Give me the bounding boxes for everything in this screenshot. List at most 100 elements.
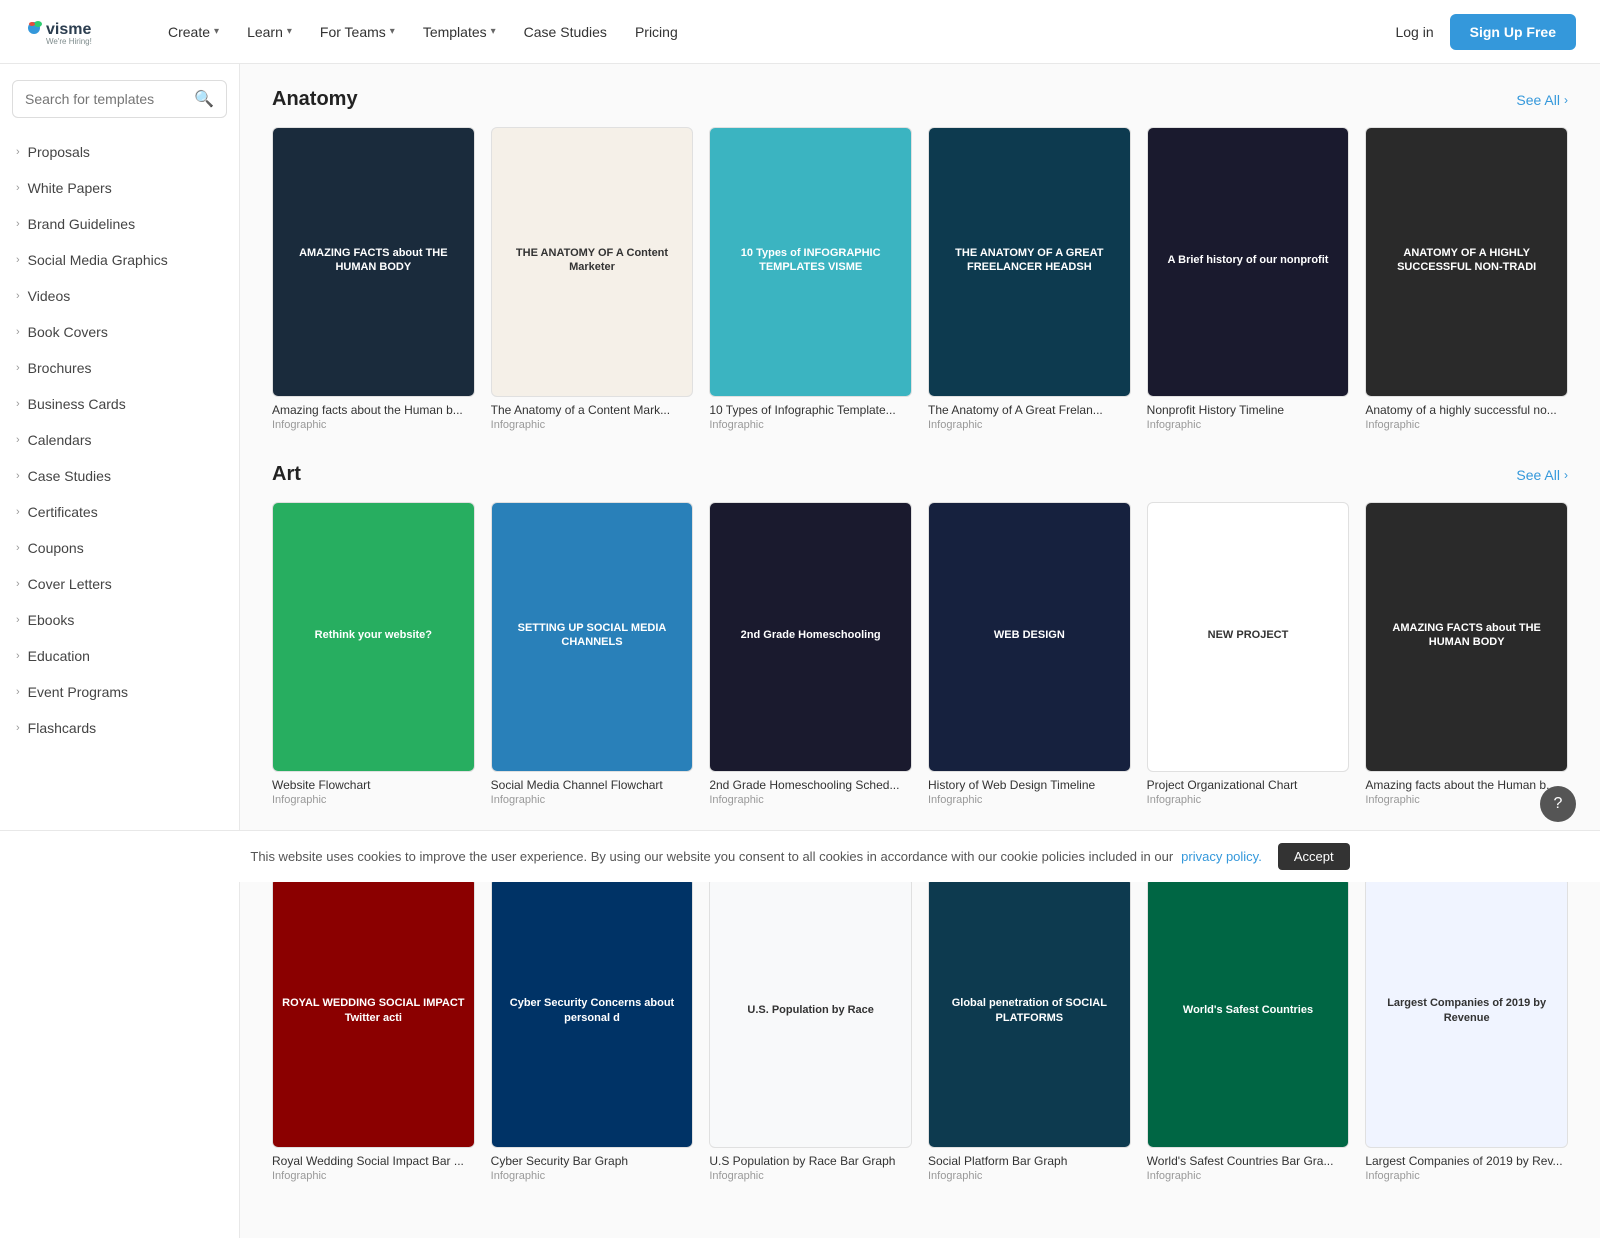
template-card[interactable]: AMAZING FACTS about THE HUMAN BODY Amazi…	[1365, 502, 1568, 806]
sidebar-item-event-programs[interactable]: ›Event Programs	[0, 674, 239, 710]
sidebar-item-book-covers[interactable]: ›Book Covers	[0, 314, 239, 350]
card-image-wrap: NEW PROJECT	[1147, 502, 1350, 772]
template-card[interactable]: 2nd Grade Homeschooling 2nd Grade Homesc…	[709, 502, 912, 806]
card-type: Infographic	[928, 419, 1131, 431]
card-image-wrap: AMAZING FACTS about THE HUMAN BODY	[272, 127, 475, 397]
template-card[interactable]: AMAZING FACTS about THE HUMAN BODY Amazi…	[272, 127, 475, 431]
search-box[interactable]: 🔍	[12, 80, 227, 118]
sidebar-item-certificates[interactable]: ›Certificates	[0, 494, 239, 530]
sidebar-item-business-cards[interactable]: ›Business Cards	[0, 386, 239, 422]
sidebar-item-brochures[interactable]: ›Brochures	[0, 350, 239, 386]
sidebar-arrow-icon: ›	[16, 578, 20, 590]
card-image-wrap: WEB DESIGN	[928, 502, 1131, 772]
section-title-anatomy: Anatomy	[272, 88, 358, 111]
template-card[interactable]: SETTING UP SOCIAL MEDIA CHANNELS Social …	[491, 502, 694, 806]
template-card[interactable]: THE ANATOMY OF A GREAT FREELANCER HEADSH…	[928, 127, 1131, 431]
sidebar-item-white-papers[interactable]: ›White Papers	[0, 170, 239, 206]
sections-container: Anatomy See All › AMAZING FACTS about TH…	[272, 88, 1568, 1182]
card-type: Infographic	[1365, 794, 1568, 806]
sidebar-item-brand-guidelines[interactable]: ›Brand Guidelines	[0, 206, 239, 242]
sidebar-item-social-media-graphics[interactable]: ›Social Media Graphics	[0, 242, 239, 278]
template-grid-bar-graphs: ROYAL WEDDING SOCIAL IMPACT Twitter acti…	[272, 877, 1568, 1181]
sidebar-item-education[interactable]: ›Education	[0, 638, 239, 674]
nav-learn[interactable]: Learn▾	[235, 16, 304, 48]
card-image-wrap: A Brief history of our nonprofit	[1147, 127, 1350, 397]
card-type: Infographic	[491, 1170, 694, 1182]
see-all-anatomy[interactable]: See All ›	[1516, 92, 1568, 108]
svg-text:visme: visme	[46, 21, 91, 38]
logo-area: visme We're Hiring!	[24, 14, 124, 50]
login-button[interactable]: Log in	[1395, 24, 1433, 40]
template-card[interactable]: A Brief history of our nonprofit Nonprof…	[1147, 127, 1350, 431]
template-card[interactable]: Rethink your website? Website Flowchart …	[272, 502, 475, 806]
card-image-wrap: Cyber Security Concerns about personal d	[491, 877, 694, 1147]
card-title: Social Platform Bar Graph	[928, 1154, 1131, 1168]
card-image-wrap: 2nd Grade Homeschooling	[709, 502, 912, 772]
section-anatomy: Anatomy See All › AMAZING FACTS about TH…	[272, 88, 1568, 431]
sidebar-item-videos[interactable]: ›Videos	[0, 278, 239, 314]
section-bar-graphs: Bar Graphs See All › ROYAL WEDDING SOCIA…	[272, 838, 1568, 1181]
card-type: Infographic	[928, 1170, 1131, 1182]
visme-logo[interactable]: visme We're Hiring!	[24, 14, 124, 50]
sidebar-item-proposals[interactable]: ›Proposals	[0, 134, 239, 170]
template-card[interactable]: ANATOMY OF A HIGHLY SUCCESSFUL NON-TRADI…	[1365, 127, 1568, 431]
nav-templates[interactable]: Templates▾	[411, 16, 508, 48]
template-card[interactable]: U.S. Population by Race U.S Population b…	[709, 877, 912, 1181]
template-card[interactable]: 10 Types of INFOGRAPHIC TEMPLATES VISME …	[709, 127, 912, 431]
card-preview: A Brief history of our nonprofit	[1148, 128, 1349, 396]
template-card[interactable]: ROYAL WEDDING SOCIAL IMPACT Twitter acti…	[272, 877, 475, 1181]
template-card[interactable]: Global penetration of SOCIAL PLATFORMS S…	[928, 877, 1131, 1181]
card-title: Website Flowchart	[272, 778, 475, 792]
sidebar-arrow-icon: ›	[16, 722, 20, 734]
sidebar-arrow-icon: ›	[16, 506, 20, 518]
nav-links: Create▾ Learn▾ For Teams▾ Templates▾ Cas…	[156, 16, 1395, 48]
template-card[interactable]: World's Safest Countries World's Safest …	[1147, 877, 1350, 1181]
nav-for-teams[interactable]: For Teams▾	[308, 16, 407, 48]
help-button[interactable]: ?	[1540, 786, 1576, 822]
card-title: World's Safest Countries Bar Gra...	[1147, 1154, 1350, 1168]
sidebar-arrow-icon: ›	[16, 470, 20, 482]
sidebar-item-flashcards[interactable]: ›Flashcards	[0, 710, 239, 746]
sidebar: 🔍 ›Proposals›White Papers›Brand Guidelin…	[0, 64, 240, 1238]
template-card[interactable]: NEW PROJECT Project Organizational Chart…	[1147, 502, 1350, 806]
nav-create[interactable]: Create▾	[156, 16, 231, 48]
card-preview: AMAZING FACTS about THE HUMAN BODY	[1366, 503, 1567, 771]
card-preview: THE ANATOMY OF A Content Marketer	[492, 128, 693, 396]
card-title: Amazing facts about the Human b...	[1365, 778, 1568, 792]
nav-case-studies[interactable]: Case Studies	[512, 16, 619, 48]
card-image-wrap: ANATOMY OF A HIGHLY SUCCESSFUL NON-TRADI	[1365, 127, 1568, 397]
section-title-art: Art	[272, 463, 301, 486]
card-image-wrap: THE ANATOMY OF A GREAT FREELANCER HEADSH	[928, 127, 1131, 397]
card-title: 10 Types of Infographic Template...	[709, 403, 912, 417]
sidebar-arrow-icon: ›	[16, 218, 20, 230]
template-grid-anatomy: AMAZING FACTS about THE HUMAN BODY Amazi…	[272, 127, 1568, 431]
card-type: Infographic	[928, 794, 1131, 806]
signup-button[interactable]: Sign Up Free	[1450, 14, 1576, 50]
nav-pricing[interactable]: Pricing	[623, 16, 690, 48]
card-preview: Global penetration of SOCIAL PLATFORMS	[929, 878, 1130, 1146]
template-card[interactable]: Largest Companies of 2019 by Revenue Lar…	[1365, 877, 1568, 1181]
sidebar-item-coupons[interactable]: ›Coupons	[0, 530, 239, 566]
card-image-wrap: THE ANATOMY OF A Content Marketer	[491, 127, 694, 397]
card-preview: 10 Types of INFOGRAPHIC TEMPLATES VISME	[710, 128, 911, 396]
sidebar-item-calendars[interactable]: ›Calendars	[0, 422, 239, 458]
template-card[interactable]: Cyber Security Concerns about personal d…	[491, 877, 694, 1181]
privacy-link[interactable]: privacy policy.	[1181, 849, 1262, 864]
card-title: The Anatomy of a Content Mark...	[491, 403, 694, 417]
sidebar-item-case-studies[interactable]: ›Case Studies	[0, 458, 239, 494]
section-header-art: Art See All ›	[272, 463, 1568, 486]
card-type: Infographic	[1365, 419, 1568, 431]
sidebar-item-ebooks[interactable]: ›Ebooks	[0, 602, 239, 638]
card-title: Social Media Channel Flowchart	[491, 778, 694, 792]
sidebar-arrow-icon: ›	[16, 398, 20, 410]
template-grid-art: Rethink your website? Website Flowchart …	[272, 502, 1568, 806]
template-card[interactable]: THE ANATOMY OF A Content Marketer The An…	[491, 127, 694, 431]
sidebar-item-cover-letters[interactable]: ›Cover Letters	[0, 566, 239, 602]
sidebar-arrow-icon: ›	[16, 362, 20, 374]
template-card[interactable]: WEB DESIGN History of Web Design Timelin…	[928, 502, 1131, 806]
see-all-art[interactable]: See All ›	[1516, 467, 1568, 483]
card-type: Infographic	[709, 419, 912, 431]
search-input[interactable]	[25, 91, 186, 107]
card-type: Infographic	[272, 419, 475, 431]
cookie-accept-button[interactable]: Accept	[1278, 843, 1350, 870]
